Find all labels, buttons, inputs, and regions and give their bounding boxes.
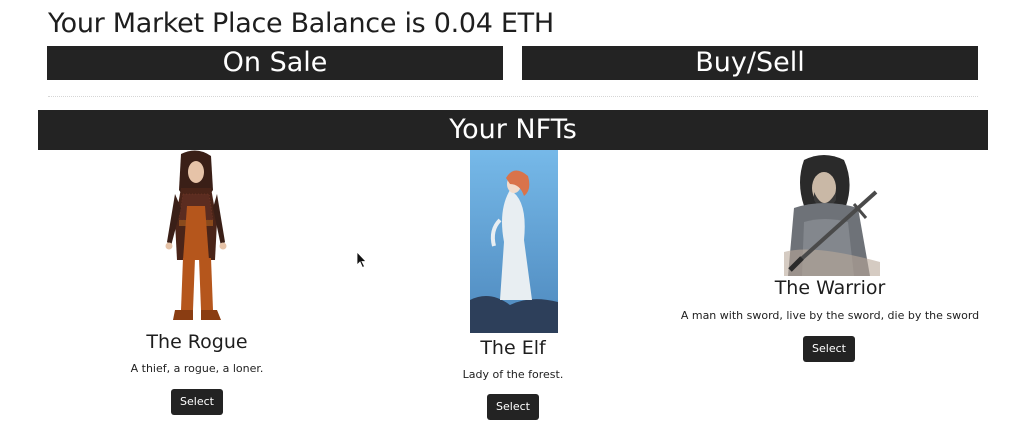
rogue-illustration bbox=[165, 150, 227, 320]
warrior-illustration bbox=[784, 155, 880, 276]
divider bbox=[48, 96, 978, 97]
tab-on-sale[interactable]: On Sale bbox=[47, 46, 503, 80]
nft-title: The Elf bbox=[480, 337, 546, 359]
section-title-your-nfts: Your NFTs bbox=[38, 110, 988, 150]
nft-description: Lady of the forest. bbox=[462, 368, 564, 381]
select-button-rogue[interactable]: Select bbox=[171, 389, 223, 415]
nft-card-elf: The Elf Lady of the forest. Select bbox=[413, 150, 613, 425]
elf-illustration bbox=[470, 150, 558, 333]
nft-description: A thief, a rogue, a loner. bbox=[130, 362, 264, 375]
nft-title: The Warrior bbox=[774, 277, 886, 299]
select-button-warrior[interactable]: Select bbox=[803, 336, 855, 362]
select-button-elf[interactable]: Select bbox=[487, 394, 539, 420]
nft-card-warrior: The Warrior A man with sword, live by th… bbox=[680, 150, 980, 380]
nft-title: The Rogue bbox=[146, 331, 248, 353]
tab-buy-sell[interactable]: Buy/Sell bbox=[522, 46, 978, 80]
nft-description: A man with sword, live by the sword, die… bbox=[680, 309, 980, 322]
mouse-cursor-icon bbox=[356, 251, 367, 269]
nft-card-rogue: The Rogue A thief, a rogue, a loner. Sel… bbox=[97, 150, 297, 420]
balance-heading: Your Market Place Balance is 0.04 ETH bbox=[48, 8, 554, 39]
